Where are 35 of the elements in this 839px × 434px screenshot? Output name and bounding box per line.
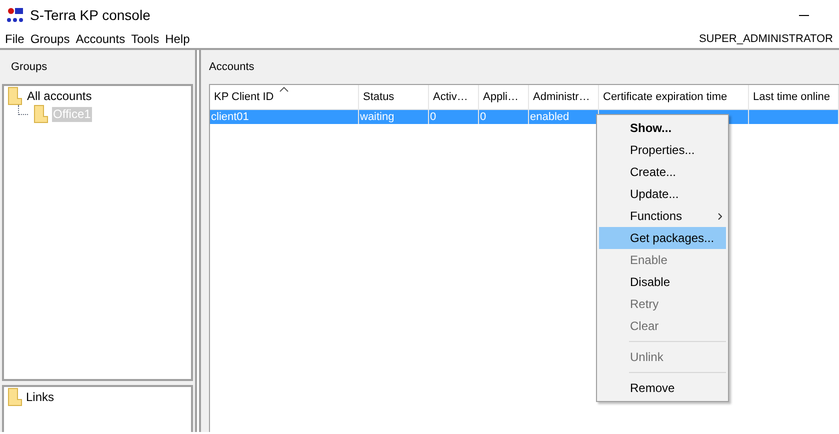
column-header[interactable]: Administr… — [529, 85, 599, 109]
tree-item[interactable]: All accounts — [26, 88, 93, 104]
menu-entry[interactable]: Remove — [599, 377, 726, 399]
menu-entry[interactable]: Properties... — [599, 139, 726, 161]
table-cell: enabled — [530, 111, 570, 123]
folder-icon — [34, 105, 48, 123]
column-header[interactable]: Status — [359, 85, 429, 109]
menu-entry[interactable]: Update... — [599, 183, 726, 205]
menu-item[interactable]: Accounts — [72, 30, 128, 48]
window-title: S-Terra KP console — [30, 6, 150, 24]
column-header[interactable]: Activ… — [429, 85, 479, 109]
menu-entry[interactable]: Functions — [599, 205, 726, 227]
folder-icon — [8, 87, 22, 105]
user-name: SUPER_ADMINISTRATOR — [698, 32, 834, 47]
app-logo-icon — [6, 6, 24, 24]
column-header[interactable]: KP Client ID — [210, 85, 359, 109]
menu-entry[interactable]: Create... — [599, 161, 726, 183]
menu-item[interactable]: Help — [162, 30, 193, 48]
menu-entry[interactable]: Get packages... — [599, 227, 726, 249]
panel-title: Accounts — [209, 60, 254, 75]
column-header[interactable]: Last time online — [749, 85, 839, 109]
table-cell: waiting — [360, 111, 394, 123]
menu-item[interactable]: Groups — [27, 30, 73, 48]
menu-entry[interactable]: Disable — [599, 271, 726, 293]
folder-icon — [8, 388, 22, 406]
panel-title: Groups — [11, 60, 48, 75]
table-cell: 0 — [480, 111, 486, 123]
table-cell: client01 — [211, 111, 249, 123]
column-header[interactable]: Appli… — [479, 85, 529, 109]
list-item[interactable]: Links — [26, 388, 54, 406]
column-header[interactable]: Certificate expiration time — [599, 85, 749, 109]
minimize-icon[interactable] — [799, 15, 809, 17]
menu-item[interactable]: Tools — [128, 30, 162, 48]
menu-item[interactable]: File — [2, 30, 28, 48]
table-cell: 0 — [430, 111, 436, 123]
